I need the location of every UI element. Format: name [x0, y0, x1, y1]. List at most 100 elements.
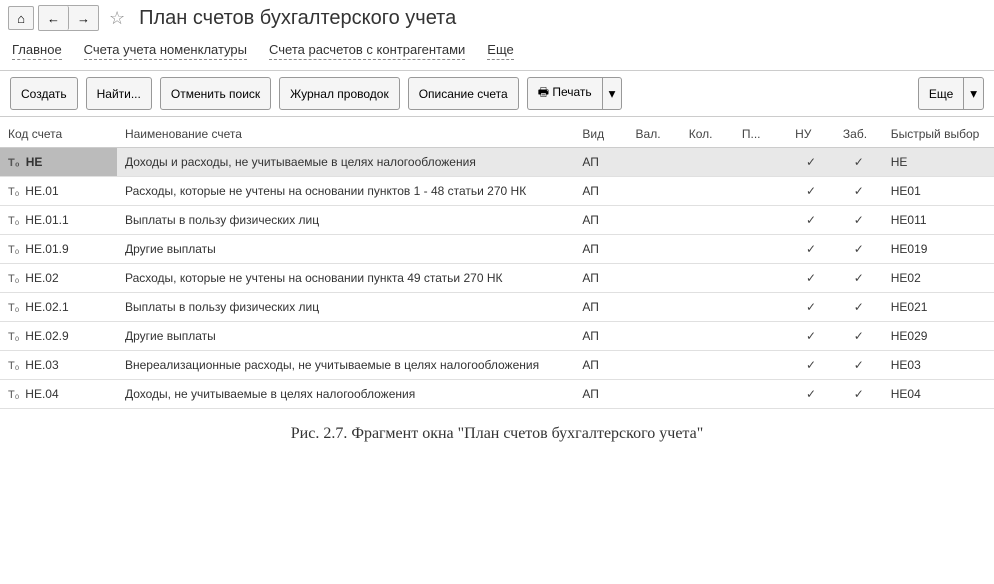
- nav-back-button[interactable]: ←: [39, 6, 69, 30]
- cell-nu: ✓: [787, 293, 835, 322]
- cell-nu: ✓: [787, 206, 835, 235]
- cell-vid: АП: [574, 380, 627, 409]
- more-button[interactable]: Еще: [918, 77, 963, 110]
- cell-vid: АП: [574, 206, 627, 235]
- cell-p: [734, 351, 787, 380]
- find-button[interactable]: Найти...: [86, 77, 152, 110]
- cell-kol: [681, 206, 734, 235]
- cell-quick: НЕ019: [883, 235, 994, 264]
- cell-p: [734, 177, 787, 206]
- col-p[interactable]: П...: [734, 121, 787, 148]
- tab-main[interactable]: Главное: [12, 42, 62, 60]
- cell-nu: ✓: [787, 264, 835, 293]
- cell-name: Другие выплаты: [117, 235, 574, 264]
- cell-zab: ✓: [835, 177, 883, 206]
- table-row[interactable]: Т₀НЕ.02.1Выплаты в пользу физических лиц…: [0, 293, 994, 322]
- cell-vid: АП: [574, 148, 627, 177]
- cell-quick: НЕ03: [883, 351, 994, 380]
- table-row[interactable]: Т₀НЕ.04Доходы, не учитываемые в целях на…: [0, 380, 994, 409]
- cell-kol: [681, 380, 734, 409]
- cell-p: [734, 148, 787, 177]
- cell-vid: АП: [574, 351, 627, 380]
- cell-vid: АП: [574, 264, 627, 293]
- account-code: НЕ.02.1: [25, 300, 68, 314]
- cell-code: Т₀ НЕ.03: [0, 351, 117, 380]
- cell-nu: ✓: [787, 148, 835, 177]
- cell-val: [628, 380, 681, 409]
- row-type-icon: Т₀: [8, 244, 19, 256]
- print-split-button: 🖶 Печать ▾: [527, 77, 623, 110]
- table-row[interactable]: Т₀НЕ.02.9Другие выплатыАП✓✓НЕ029: [0, 322, 994, 351]
- cell-name: Доходы и расходы, не учитываемые в целях…: [117, 148, 574, 177]
- favorite-star-icon[interactable]: ☆: [109, 8, 125, 29]
- cell-quick: НЕ011: [883, 206, 994, 235]
- nav-home-button[interactable]: ⌂: [8, 6, 34, 30]
- cell-name: Доходы, не учитываемые в целях налогообл…: [117, 380, 574, 409]
- table-header-row: Код счета Наименование счета Вид Вал. Ко…: [0, 121, 994, 148]
- col-nu[interactable]: НУ: [787, 121, 835, 148]
- cell-zab: ✓: [835, 322, 883, 351]
- col-quick[interactable]: Быстрый выбор: [883, 121, 994, 148]
- cell-vid: АП: [574, 322, 627, 351]
- col-name[interactable]: Наименование счета: [117, 121, 574, 148]
- table-row[interactable]: Т₀НЕ.01Расходы, которые не учтены на осн…: [0, 177, 994, 206]
- table-row[interactable]: Т₀НЕ.01.9Другие выплатыАП✓✓НЕ019: [0, 235, 994, 264]
- cell-code: Т₀НЕ.04: [0, 380, 117, 409]
- journal-button[interactable]: Журнал проводок: [279, 77, 400, 110]
- cell-val: [628, 322, 681, 351]
- cell-quick: НЕ02: [883, 264, 994, 293]
- account-code: НЕ.01.1: [25, 213, 68, 227]
- more-dropdown-button[interactable]: ▾: [963, 77, 984, 110]
- tab-nomenclature[interactable]: Счета учета номенклатуры: [84, 42, 247, 60]
- more-split-button: Еще ▾: [918, 77, 984, 110]
- col-val[interactable]: Вал.: [628, 121, 681, 148]
- page-title: План счетов бухгалтерского учета: [139, 7, 456, 30]
- cell-val: [628, 148, 681, 177]
- table-row[interactable]: Т₀НЕ.02Расходы, которые не учтены на осн…: [0, 264, 994, 293]
- account-code: НЕ.03: [25, 358, 58, 372]
- cell-quick: НЕ01: [883, 177, 994, 206]
- cell-code: Т₀НЕ.01.9: [0, 235, 117, 264]
- table-row[interactable]: Т₀НЕДоходы и расходы, не учитываемые в ц…: [0, 148, 994, 177]
- chevron-down-icon: ▾: [970, 86, 977, 101]
- row-type-icon: Т₀: [8, 302, 19, 314]
- cell-name: Другие выплаты: [117, 322, 574, 351]
- cell-zab: ✓: [835, 148, 883, 177]
- col-zab[interactable]: Заб.: [835, 121, 883, 148]
- description-button[interactable]: Описание счета: [408, 77, 519, 110]
- cell-code: Т₀НЕ: [0, 148, 117, 177]
- cell-name: Расходы, которые не учтены на основании …: [117, 264, 574, 293]
- cell-vid: АП: [574, 235, 627, 264]
- cell-nu: ✓: [787, 322, 835, 351]
- cell-nu: ✓: [787, 380, 835, 409]
- row-type-icon: Т₀: [8, 273, 19, 285]
- cell-p: [734, 322, 787, 351]
- account-code: НЕ: [26, 155, 43, 169]
- nav-forward-button[interactable]: →: [69, 6, 98, 30]
- cell-p: [734, 206, 787, 235]
- table-row[interactable]: Т₀ НЕ.03 Внереализационные расходы, не учи…: [0, 351, 994, 380]
- col-code[interactable]: Код счета: [0, 121, 117, 148]
- action-bar: Создать Найти... Отменить поиск Журнал п…: [0, 70, 994, 117]
- print-label: Печать: [552, 85, 591, 99]
- cell-quick: НЕ: [883, 148, 994, 177]
- cell-kol: [681, 351, 734, 380]
- print-button[interactable]: 🖶 Печать: [527, 77, 602, 110]
- col-kol[interactable]: Кол.: [681, 121, 734, 148]
- cancel-search-button[interactable]: Отменить поиск: [160, 77, 271, 110]
- chevron-down-icon: ▾: [609, 86, 616, 101]
- cell-code: Т₀НЕ.01: [0, 177, 117, 206]
- tab-contractors[interactable]: Счета расчетов с контрагентами: [269, 42, 465, 60]
- col-vid[interactable]: Вид: [574, 121, 627, 148]
- account-code: НЕ.02.9: [25, 329, 68, 343]
- cell-p: [734, 293, 787, 322]
- tab-more[interactable]: Еще: [487, 42, 513, 60]
- print-dropdown-button[interactable]: ▾: [602, 77, 623, 110]
- create-button[interactable]: Создать: [10, 77, 78, 110]
- row-type-icon: Т₀: [8, 360, 19, 372]
- cell-zab: ✓: [835, 380, 883, 409]
- table-row[interactable]: Т₀НЕ.01.1Выплаты в пользу физических лиц…: [0, 206, 994, 235]
- account-code: НЕ.04: [25, 387, 58, 401]
- row-type-icon: Т₀: [8, 215, 19, 227]
- cell-name: Внереализационные расходы, не учитываемы…: [117, 351, 574, 380]
